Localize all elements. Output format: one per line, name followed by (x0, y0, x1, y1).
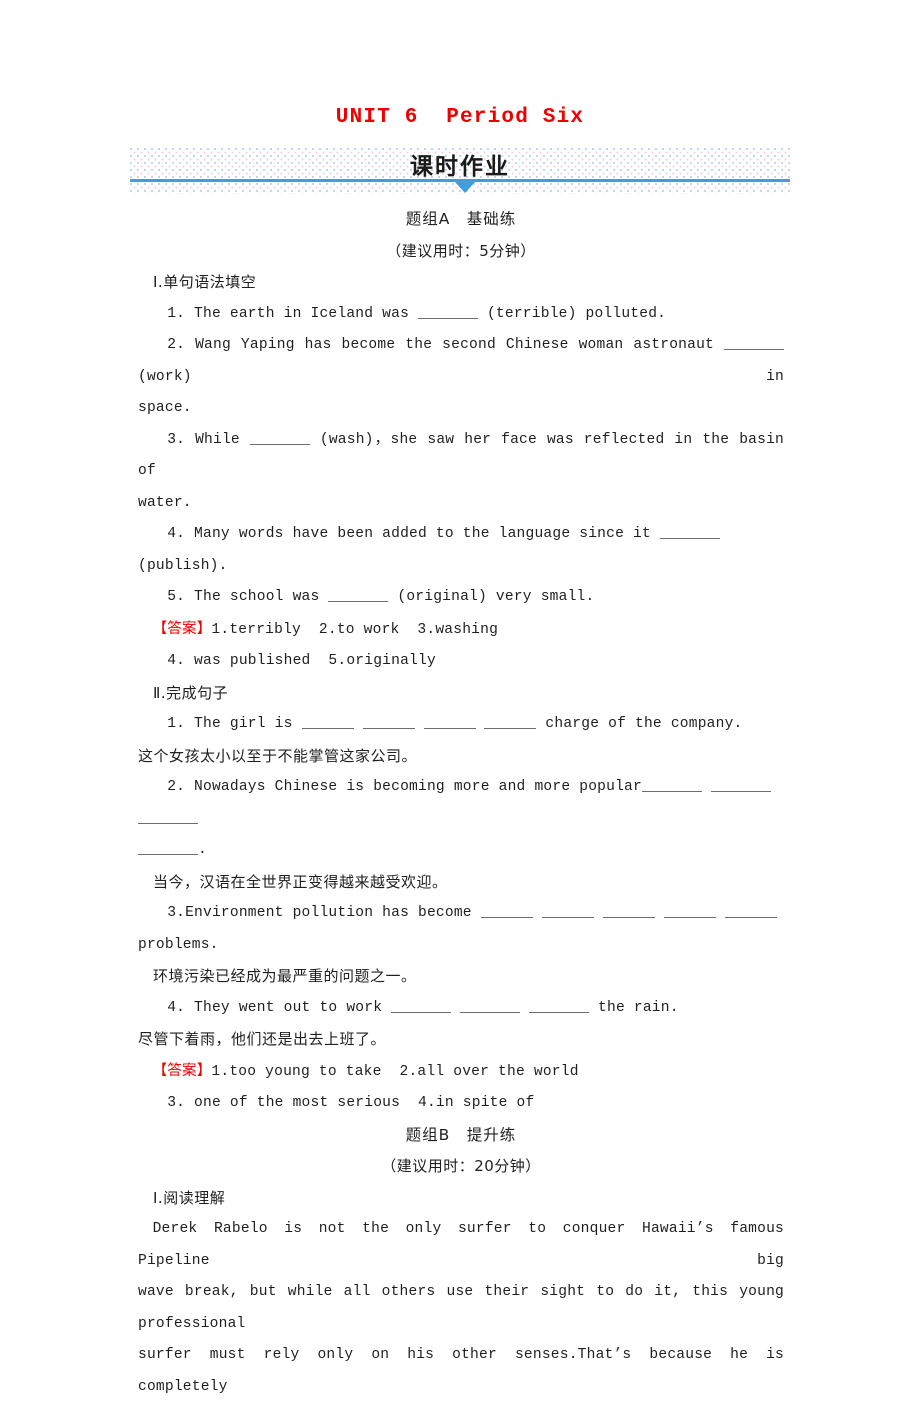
question-a5-text: 5. The school was (167, 589, 329, 605)
answer-blank[interactable] (138, 854, 198, 855)
answer-label: 【答案】 (152, 620, 212, 637)
question-b1: 1. The girl is charge of the company. (138, 709, 784, 741)
answer-blank[interactable] (484, 728, 537, 729)
answer-a-section2-text1: 1.too young to take 2.all over the world (211, 1063, 579, 1080)
question-b1-tail: charge of the company. (536, 716, 743, 732)
unit-title: UNIT 6 Period Six (335, 106, 585, 129)
question-a3-text: 3. While (167, 431, 250, 448)
answer-blank[interactable] (659, 538, 720, 539)
question-b2: 2. Nowadays Chinese is becoming more and… (138, 772, 784, 835)
question-b4: 4. They went out to work the rain. (138, 993, 784, 1025)
section-banner: 课时作业 (130, 148, 790, 194)
question-b3-translation: 环境污染已经成为最严重的问题之一。 (153, 967, 417, 985)
question-a2: 2. Wang Yaping has become the second Chi… (138, 330, 784, 393)
answer-blank[interactable] (423, 728, 476, 729)
worksheet-page: UNIT 6 Period Six 课时作业 题组A 基础练 （建议用时：5分钟… (0, 0, 920, 1395)
answer-a-section1-line2: 4. was published 5.originally (167, 653, 436, 669)
question-a2-text: 2. Wang Yaping has become the second Chi… (167, 337, 724, 353)
question-b3: 3.Environment pollution has become (138, 898, 784, 930)
answer-blank[interactable] (480, 917, 533, 918)
answer-label: 【答案】 (152, 1062, 212, 1079)
answer-a-section2-line2: 3. one of the most serious 4.in spite of (167, 1095, 535, 1111)
question-b3-continuation: problems. (138, 936, 219, 953)
passage-line-3: surfer must rely only on his other sense… (138, 1347, 793, 1395)
answer-blank[interactable] (710, 791, 771, 792)
question-b4-tail: the rain. (589, 999, 679, 1016)
worksheet-content: 题组A 基础练 （建议用时：5分钟） Ⅰ.单句语法填空 1. The earth… (138, 204, 784, 1403)
answer-blank[interactable] (602, 917, 655, 918)
answer-blank[interactable] (663, 917, 716, 918)
answer-blank[interactable] (418, 317, 479, 319)
question-a1-text: 1. The earth in Iceland was (167, 305, 419, 322)
question-a2-continuation: space. (138, 400, 192, 416)
answer-blank[interactable] (641, 791, 702, 792)
question-b1-translation: 这个女孩太小以至于不能掌管这家公司。 (138, 746, 418, 765)
answer-blank[interactable] (301, 728, 354, 729)
question-b2-text: 2. Nowadays Chinese is becoming more and… (167, 779, 642, 795)
question-b3-text: 3.Environment pollution has become (167, 905, 481, 921)
question-b2-tail: . (198, 842, 207, 858)
group-a-section1-heading: Ⅰ.单句语法填空 (153, 273, 257, 291)
question-b4-text: 4. They went out to work (167, 999, 392, 1016)
answer-blank[interactable] (724, 349, 784, 350)
answer-blank[interactable] (391, 1011, 452, 1013)
question-b2-continuation: . (138, 835, 784, 867)
question-a4-text: 4. Many words have been added to the lan… (167, 526, 660, 542)
group-b-heading: 题组B 提升练 (405, 1125, 517, 1144)
question-a5-tail: (original) very small. (388, 589, 595, 605)
answer-a-section2-line1: 【答案】1.too young to take 2.all over the w… (138, 1056, 784, 1089)
question-b1-text: 1. The girl is (167, 716, 302, 732)
question-a4: 4. Many words have been added to the lan… (138, 519, 784, 582)
passage-line-2: wave break, but while all others use the… (138, 1284, 793, 1332)
question-b2-translation: 当今，汉语在全世界正变得越来越受欢迎。 (153, 872, 448, 891)
answer-blank[interactable] (529, 1011, 590, 1013)
question-a1-tail: (terrible) polluted. (478, 305, 667, 322)
question-a5: 5. The school was (original) very small. (138, 582, 784, 614)
group-b-time-note: （建议用时：20分钟） (381, 1157, 541, 1175)
answer-blank[interactable] (362, 728, 415, 729)
answer-blank[interactable] (249, 443, 310, 445)
answer-blank[interactable] (138, 822, 198, 824)
banner-arrow-icon (455, 182, 475, 193)
question-a3-continuation: water. (138, 494, 192, 511)
question-a3: 3. While (wash)，she saw her face was ref… (138, 425, 784, 488)
answer-a-section1-line1: 【答案】1.terribly 2.to work 3.washing (138, 614, 784, 647)
answer-blank[interactable] (328, 601, 389, 602)
group-a-section2-heading: Ⅱ.完成句子 (153, 683, 229, 702)
banner-title: 课时作业 (410, 154, 510, 180)
group-a-time-note: （建议用时：5分钟） (386, 241, 536, 260)
group-b-section1-heading: Ⅰ.阅读理解 (153, 1188, 226, 1207)
passage-line-1: Derek Rabelo is not the only surfer to c… (138, 1221, 793, 1269)
group-a-heading: 题组A 基础练 (405, 210, 517, 228)
answer-blank[interactable] (724, 917, 777, 918)
answer-blank[interactable] (460, 1011, 521, 1013)
question-a1: 1. The earth in Iceland was (terrible) p… (138, 299, 784, 331)
answer-a-section1-text1: 1.terribly 2.to work 3.washing (211, 621, 499, 638)
answer-blank[interactable] (541, 917, 594, 918)
question-b4-translation: 尽管下着雨，他们还是出去上班了。 (138, 1030, 387, 1048)
